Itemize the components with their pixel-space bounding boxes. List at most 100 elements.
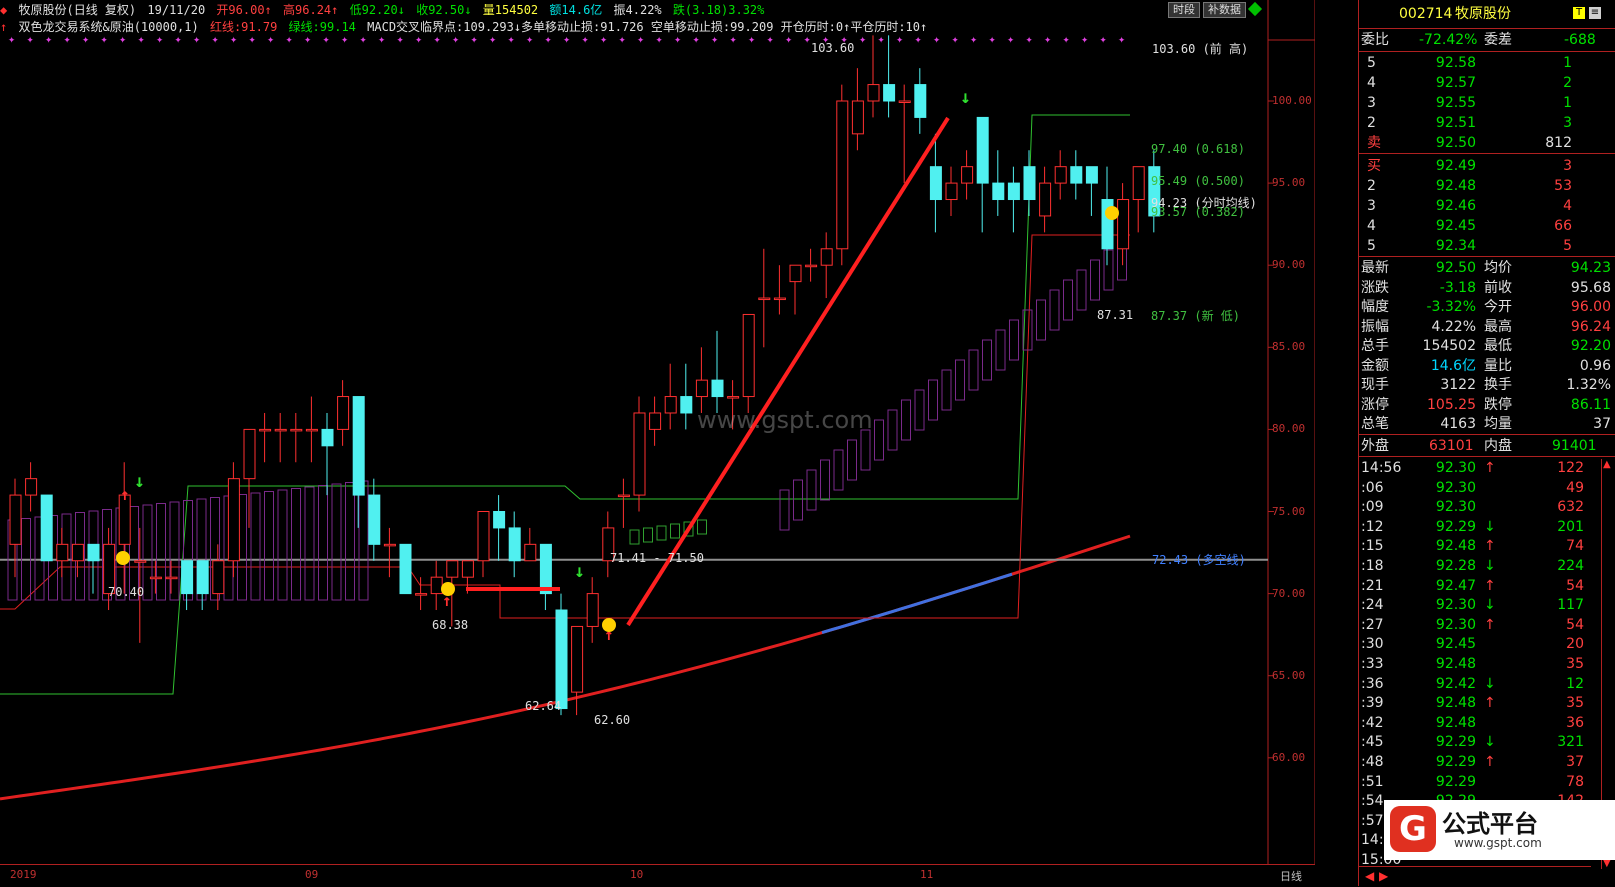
ask-volume: 812 [1545,135,1572,151]
tick-price: 92.47 [1435,577,1476,594]
stock-name: 牧原股份 [1455,6,1511,22]
indicator-green-line: 绿线:99.14 [288,20,356,34]
tick-volume: 37 [1566,754,1584,770]
ask-level: 4 [1367,75,1376,91]
prev-icon[interactable]: ◀ [1365,869,1374,883]
tick-direction-icon: ↓ [1484,734,1496,751]
low-label-1: 62.64 [525,699,562,713]
header-line1: ◆ 牧原股份(日线 复权) 19/11/20 开96.00↑ 高96.24↑ 低… [0,3,765,17]
candle-body [1070,166,1083,184]
price-tick-label: 95.00 [1272,176,1306,190]
period-label[interactable]: 日线 [1280,868,1302,884]
tick-row: :12 92.29 ↓ 201 [1359,517,1615,537]
tick-direction-icon: ↑ [1484,754,1496,770]
peak-label: 103.60 [811,41,855,55]
stat-row: 总手 154502 最低 92.20 [1359,336,1615,356]
cloud-bar [887,409,898,451]
candle-body [742,313,755,398]
candle-body [758,297,771,301]
candle-body [290,428,303,432]
cloud-bar [345,482,355,601]
separator [1359,256,1615,257]
stat-label: 振幅 [1361,318,1389,335]
tick-row: :48 92.29 ↑ 37 [1359,752,1615,772]
tick-time: :54 [1361,793,1384,810]
stat-label: 总笔 [1361,416,1389,432]
stat-value: 154502 [1422,338,1476,354]
cloud-bar [928,379,938,421]
logo-box: G 公式平台 www.gspt.com [1384,800,1615,860]
scroll-up-icon[interactable]: ▲ [1603,459,1611,470]
tick-price: 92.42 [1435,675,1476,692]
candle-body [555,609,568,710]
candle-body [727,396,740,399]
cloud-bar [874,419,884,461]
candle-body [976,116,989,184]
stat-label: 涨跌 [1361,279,1389,296]
ask-row: 卖 92.50 812 [1359,133,1615,153]
tick-direction-icon: ↑ [1484,538,1496,555]
cloud-bar [820,459,830,501]
price-tick-label: 75.00 [1272,504,1306,518]
bid-volume: 3 [1563,158,1572,174]
stat-row: 总笔 4163 均量 37 [1359,414,1615,434]
fib-500-label: 95.49 (0.500) [1151,174,1245,188]
long-short-label: 72.43 (多空线) [1152,553,1246,567]
cloud-bar-green [697,519,707,535]
candle-body [883,84,896,102]
tick-price: 92.29 [1435,773,1476,790]
candle-body [1007,182,1020,201]
header-low: 低92.20↓ [349,3,405,17]
cloud-bar [982,339,992,381]
kline-chart[interactable]: ✦ ✦ ✦ ✦ ✦ ✦ ✦ ✦ ✦ ✦ ✦ ✦ ✦ ✦ ✦ ✦ ✦ ✦ ✦ ✦ ✦ ✦ ✦ ✦ ✦ ✦ ✦ ✦ ✦ ✦ ✦ ✦ ✦ ✦ ✦ ✦ ✦ ✦ ✦ ✦… [0,0,1315,864]
cloud-bar [1103,249,1114,291]
tick-time: :39 [1361,695,1384,712]
candle-body [383,543,396,547]
tick-time: :09 [1361,499,1384,516]
stat-value: 37 [1593,416,1611,432]
fib-618-label: 97.40 (0.618) [1151,142,1245,156]
ask-level: 2 [1367,115,1376,131]
flag-icon[interactable]: T [1573,7,1585,19]
kline-chart-area[interactable]: ✦ ✦ ✦ ✦ ✦ ✦ ✦ ✦ ✦ ✦ ✦ ✦ ✦ ✦ ✦ ✦ ✦ ✦ ✦ ✦ ✦ ✦ ✦ ✦ ✦ ✦ ✦ ✦ ✦ ✦ ✦ ✦ ✦ ✦ ✦ ✦ ✦ ✦ ✦ ✦… [0,0,1315,886]
tick-price: 92.30 [1435,479,1476,496]
candle-body [9,494,22,545]
tick-price: 92.29 [1435,754,1476,770]
tick-time: :18 [1361,558,1384,574]
candle-body [586,593,599,627]
tick-time: :30 [1361,636,1384,653]
price-tick-label: 90.00 [1272,258,1306,272]
signal-dot-icon: ✦ [1081,32,1088,46]
tick-volume: 35 [1566,656,1584,672]
ask-level: 3 [1367,95,1376,111]
trend-curve-blue [821,572,1013,634]
smiley-icon [441,582,455,596]
stock-title: 002714 牧原股份 T ≡ [1359,4,1615,24]
stat-row: 涨停 105.25 跌停 86.11 [1359,395,1615,415]
ask-volume: 1 [1563,55,1572,71]
candle-body [992,182,1005,201]
outer-label: 外盘 [1361,438,1389,454]
cloud-bar [793,479,803,521]
price-tick-label: 65.00 [1272,668,1306,682]
tick-price: 92.48 [1435,538,1476,555]
signal-dot-icon: ✦ [1007,32,1014,46]
bid-level: 2 [1367,178,1376,194]
menu-icon[interactable]: ≡ [1589,7,1601,19]
next-icon[interactable]: ▶ [1379,869,1388,883]
tick-time: :57 [1361,812,1384,829]
stat-label: 最低 [1484,338,1512,354]
tick-time: :51 [1361,773,1384,790]
stat-value: 3122 [1440,377,1476,393]
tick-direction-icon: ↓ [1484,597,1496,614]
fill-data-button[interactable]: 补数据 [1203,2,1246,18]
candle-body [196,560,209,595]
candle-body [25,478,38,496]
tick-row: :27 92.30 ↑ 54 [1359,615,1615,635]
ask-row: 3 92.55 1 [1359,93,1615,113]
stat-row: 金额 14.6亿 量比 0.96 [1359,356,1615,376]
weicha-label: 委差 [1484,32,1512,48]
period-button[interactable]: 时段 [1168,2,1200,18]
cloud-bar [318,485,328,601]
stat-value: 92.20 [1570,338,1611,354]
